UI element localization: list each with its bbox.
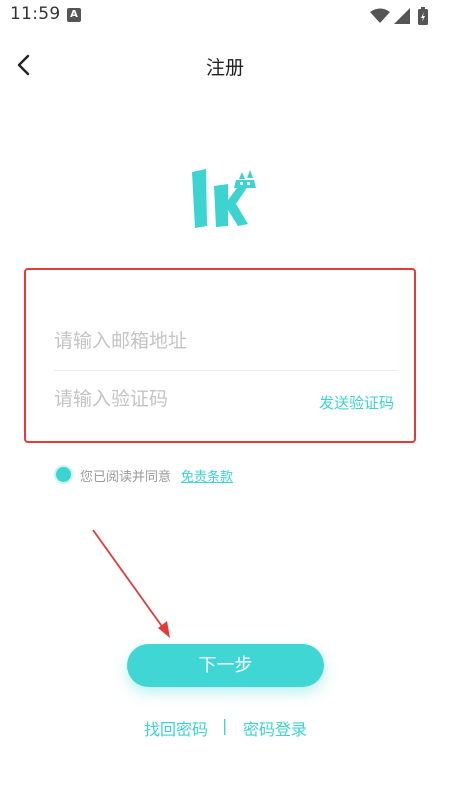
agreement-checkbox[interactable] [56,467,71,482]
password-login-link[interactable]: 密码登录 [243,716,307,740]
a-notification-icon: A [67,8,81,22]
agreement: 您已阅读并同意 免责条款 [56,465,276,485]
agreement-text: 您已阅读并同意 [80,470,172,485]
code-field: 发送验证码 [54,372,398,428]
battery-icon [418,7,428,25]
header: 注册 [0,40,450,90]
bottom-links: 找回密码 | 密码登录 [0,716,450,740]
email-field [54,314,398,371]
find-password-link[interactable]: 找回密码 [144,716,208,740]
send-code-button[interactable]: 发送验证码 [319,392,394,413]
email-input[interactable] [54,324,304,358]
login-form-highlight: 发送验证码 [24,268,416,443]
next-button[interactable]: 下一步 [127,644,324,687]
status-time: 11:59 [10,4,61,24]
signal-icon [394,8,410,24]
app-logo [190,166,264,230]
links-separator: | [222,716,228,735]
status-bar: 11:59 A [0,0,450,32]
disclaimer-link[interactable]: 免责条款 [181,466,233,485]
page-title: 注册 [205,57,244,79]
wifi-icon [370,8,390,23]
status-icons [370,6,440,26]
verification-code-input[interactable] [54,382,304,416]
